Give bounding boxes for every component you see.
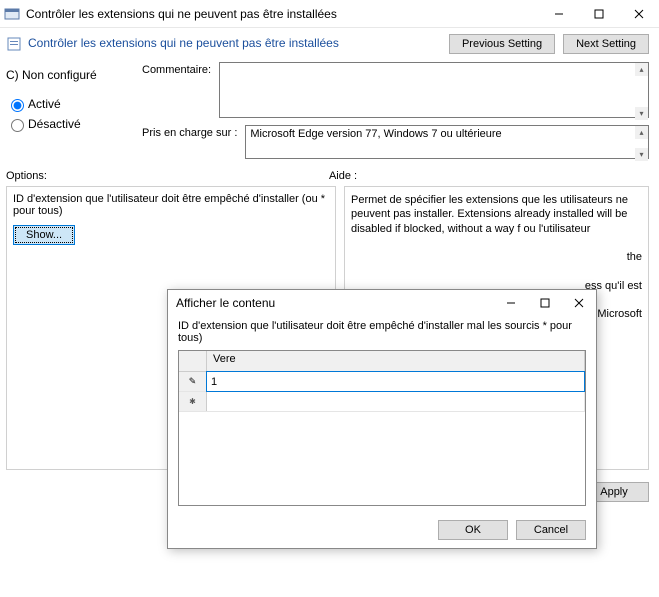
app-icon bbox=[4, 6, 20, 22]
help-text-3: the bbox=[627, 250, 642, 264]
modal-close-button[interactable] bbox=[562, 290, 596, 316]
radio-disabled[interactable]: Désactivé bbox=[6, 116, 136, 132]
scroll-up-icon[interactable]: ▴ bbox=[635, 126, 648, 139]
comment-textarea[interactable] bbox=[219, 62, 649, 118]
new-row-icon bbox=[189, 396, 196, 407]
options-label: Options: bbox=[6, 170, 47, 182]
grid-row-edit[interactable] bbox=[179, 372, 585, 392]
radio-disabled-label: Désactivé bbox=[28, 117, 81, 131]
show-contents-dialog: Afficher le contenu ID d'extension que l… bbox=[167, 289, 597, 549]
modal-cancel-button[interactable]: Cancel bbox=[516, 520, 586, 540]
grid-row-new[interactable] bbox=[179, 392, 585, 412]
policy-title: Contrôler les extensions qui ne peuvent … bbox=[28, 34, 441, 50]
radio-enabled-input[interactable] bbox=[11, 99, 24, 112]
supported-textarea: Microsoft Edge version 77, Windows 7 ou … bbox=[245, 125, 649, 159]
next-setting-button[interactable]: Next Setting bbox=[563, 34, 649, 54]
scroll-up-icon[interactable]: ▴ bbox=[635, 63, 648, 76]
options-description: ID d'extension que l'utilisateur doit êt… bbox=[13, 193, 329, 217]
scroll-down-icon[interactable]: ▾ bbox=[635, 148, 648, 161]
subheader: Contrôler les extensions qui ne peuvent … bbox=[0, 28, 659, 58]
state-radio-group: C) Non configuré Activé Désactivé bbox=[6, 58, 136, 166]
help-label: Aide : bbox=[329, 170, 357, 182]
new-row-indicator bbox=[179, 392, 207, 411]
help-text-2: ou l'utilisateur bbox=[523, 223, 590, 235]
grid-cell-input-wrap[interactable] bbox=[207, 372, 585, 391]
supported-label: Pris en charge sur : bbox=[142, 125, 245, 139]
value-grid[interactable]: Vere bbox=[178, 350, 586, 506]
radio-enabled-label: Activé bbox=[28, 97, 61, 111]
close-button[interactable] bbox=[619, 0, 659, 28]
grid-cell-input[interactable] bbox=[207, 372, 584, 391]
radio-not-configured[interactable]: C) Non configuré bbox=[6, 68, 136, 82]
modal-title: Afficher le contenu bbox=[172, 296, 494, 310]
radio-not-configured-label: C) Non configuré bbox=[6, 68, 97, 82]
pencil-icon bbox=[189, 376, 197, 387]
main-titlebar: Contrôler les extensions qui ne peuvent … bbox=[0, 0, 659, 28]
window-title: Contrôler les extensions qui ne peuvent … bbox=[26, 7, 539, 21]
help-text-5: Microsoft bbox=[597, 307, 642, 321]
grid-column-header[interactable]: Vere bbox=[207, 351, 585, 371]
modal-footer: OK Cancel bbox=[168, 512, 596, 548]
modal-ok-button[interactable]: OK bbox=[438, 520, 508, 540]
modal-minimize-button[interactable] bbox=[494, 290, 528, 316]
minimize-button[interactable] bbox=[539, 0, 579, 28]
policy-icon bbox=[6, 36, 22, 52]
show-button[interactable]: Show... bbox=[13, 225, 75, 245]
maximize-button[interactable] bbox=[579, 0, 619, 28]
modal-titlebar: Afficher le contenu bbox=[168, 290, 596, 316]
edit-row-indicator bbox=[179, 372, 207, 391]
radio-enabled[interactable]: Activé bbox=[6, 96, 136, 112]
grid-corner bbox=[179, 351, 207, 371]
scroll-down-icon[interactable]: ▾ bbox=[635, 107, 648, 120]
grid-cell-empty[interactable] bbox=[207, 392, 585, 411]
comment-label: Commentaire: bbox=[142, 62, 219, 76]
previous-setting-button[interactable]: Previous Setting bbox=[449, 34, 555, 54]
modal-maximize-button[interactable] bbox=[528, 290, 562, 316]
radio-disabled-input[interactable] bbox=[11, 119, 24, 132]
modal-description: ID d'extension que l'utilisateur doit êt… bbox=[178, 320, 586, 344]
